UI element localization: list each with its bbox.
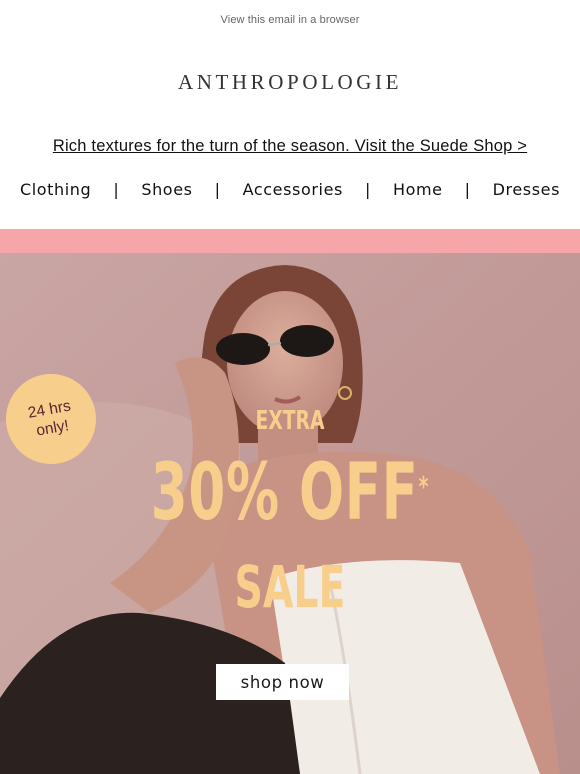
- promo-color-bar: [0, 229, 580, 253]
- sale-label: SALE: [234, 553, 346, 621]
- category-nav: Clothing | Shoes | Accessories | Home | …: [0, 178, 580, 200]
- nav-item-accessories[interactable]: Accessories: [243, 180, 343, 199]
- discount-headline: 30% OFF*: [93, 453, 487, 533]
- nav-separator: |: [364, 179, 371, 199]
- view-in-browser-link[interactable]: View this email in a browser: [0, 14, 580, 26]
- extra-label: EXTRA: [255, 406, 325, 436]
- nav-item-clothing[interactable]: Clothing: [20, 180, 91, 199]
- discount-text: 30% OFF: [150, 448, 419, 538]
- nav-separator: |: [464, 179, 471, 199]
- shop-now-button[interactable]: shop now: [216, 664, 349, 700]
- brand-logo[interactable]: ANTHROPOLOGIE: [0, 70, 580, 95]
- nav-separator: |: [113, 179, 120, 199]
- nav-item-dresses[interactable]: Dresses: [493, 180, 560, 199]
- nav-item-shoes[interactable]: Shoes: [141, 180, 192, 199]
- discount-asterisk: *: [418, 470, 430, 503]
- badge-line-2: only!: [35, 417, 71, 440]
- nav-separator: |: [214, 179, 221, 199]
- hero-banner[interactable]: 24 hrs only! EXTRA 30% OFF* SALE shop no…: [0, 253, 580, 774]
- nav-item-home[interactable]: Home: [393, 180, 443, 199]
- view-in-browser-label[interactable]: View this email in a browser: [221, 14, 360, 26]
- suede-shop-link[interactable]: Rich textures for the turn of the season…: [0, 137, 580, 156]
